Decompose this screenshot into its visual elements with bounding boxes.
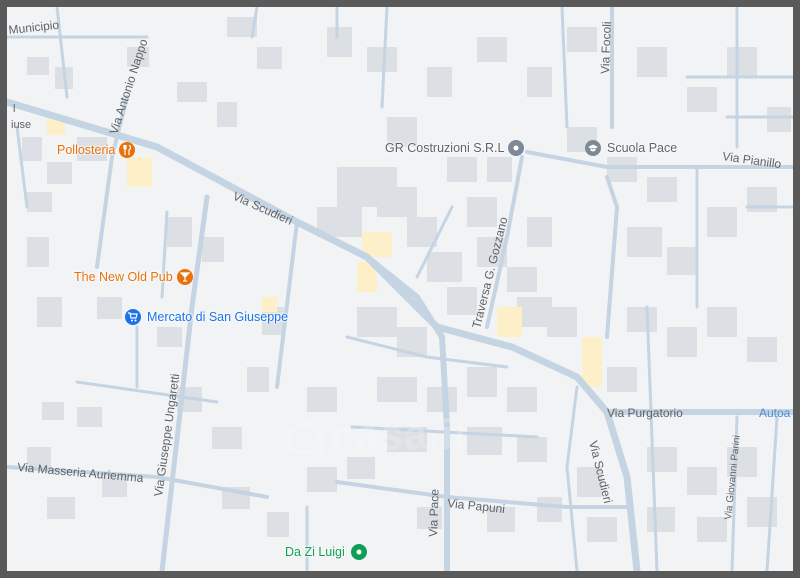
street-label-via-scudieri-1: Via Scudieri [231, 189, 295, 228]
street-label-via-purgatorio: Via Purgatorio [607, 406, 683, 420]
street-label-via-giovanni-parini: Via Giovanni Parini [723, 435, 743, 521]
poi-da-zi-luigi[interactable]: Da Zi Luigi [285, 544, 367, 560]
map-frame: Via Scudieri Via Scudieri Via Antonio Na… [0, 0, 800, 578]
poi-label-pollosteria: Pollosteria [57, 143, 116, 157]
poi-mercato-di-san-giuseppe[interactable]: Mercato di San Giuseppe [125, 309, 288, 325]
poi-gr-costruzioni[interactable]: GR Costruzioni S.R.L [385, 140, 525, 156]
street-label-via-papuni: Via Papuni [447, 496, 506, 516]
poi-scuola-pace[interactable]: Scuola Pace [585, 140, 677, 156]
street-label-via-pace: Via Pace [426, 489, 442, 538]
shopping-cart-icon [125, 309, 141, 325]
house-icon [287, 418, 323, 453]
map-base-layer: Via Scudieri Via Scudieri Via Antonio Na… [7, 7, 793, 571]
watermark-text: casa.it [331, 411, 469, 458]
street-label-via-focoli: Via Focoli [598, 21, 614, 74]
poi-label-the-new-old-pub: The New Old Pub [74, 270, 173, 284]
casa-it-watermark: casa.it [285, 411, 469, 459]
poi-label-mercato: Mercato di San Giuseppe [147, 310, 289, 324]
poi-label-gr-costruzioni: GR Costruzioni S.R.L [385, 141, 505, 155]
school-icon [585, 140, 601, 156]
street-label-giuse: iuse [11, 119, 31, 131]
poi-label-scuola-pace: Scuola Pace [607, 141, 678, 155]
bar-icon [176, 269, 193, 285]
street-label-l: l [13, 103, 15, 115]
poi-label-da-zi-luigi: Da Zi Luigi [285, 545, 345, 559]
street-label-autoa: Autoa [759, 406, 791, 420]
map-canvas[interactable]: Via Scudieri Via Scudieri Via Antonio Na… [7, 7, 793, 571]
location-icon [350, 544, 367, 560]
street-label-municipio: Municipio [8, 18, 60, 37]
street-label-via-masseria-auriemma: Via Masseria Auriemma [17, 460, 145, 485]
restaurant-icon [119, 142, 136, 158]
location-icon [508, 140, 525, 156]
poi-the-new-old-pub[interactable]: The New Old Pub [74, 269, 193, 285]
poi-pollosteria[interactable]: Pollosteria [57, 142, 136, 158]
